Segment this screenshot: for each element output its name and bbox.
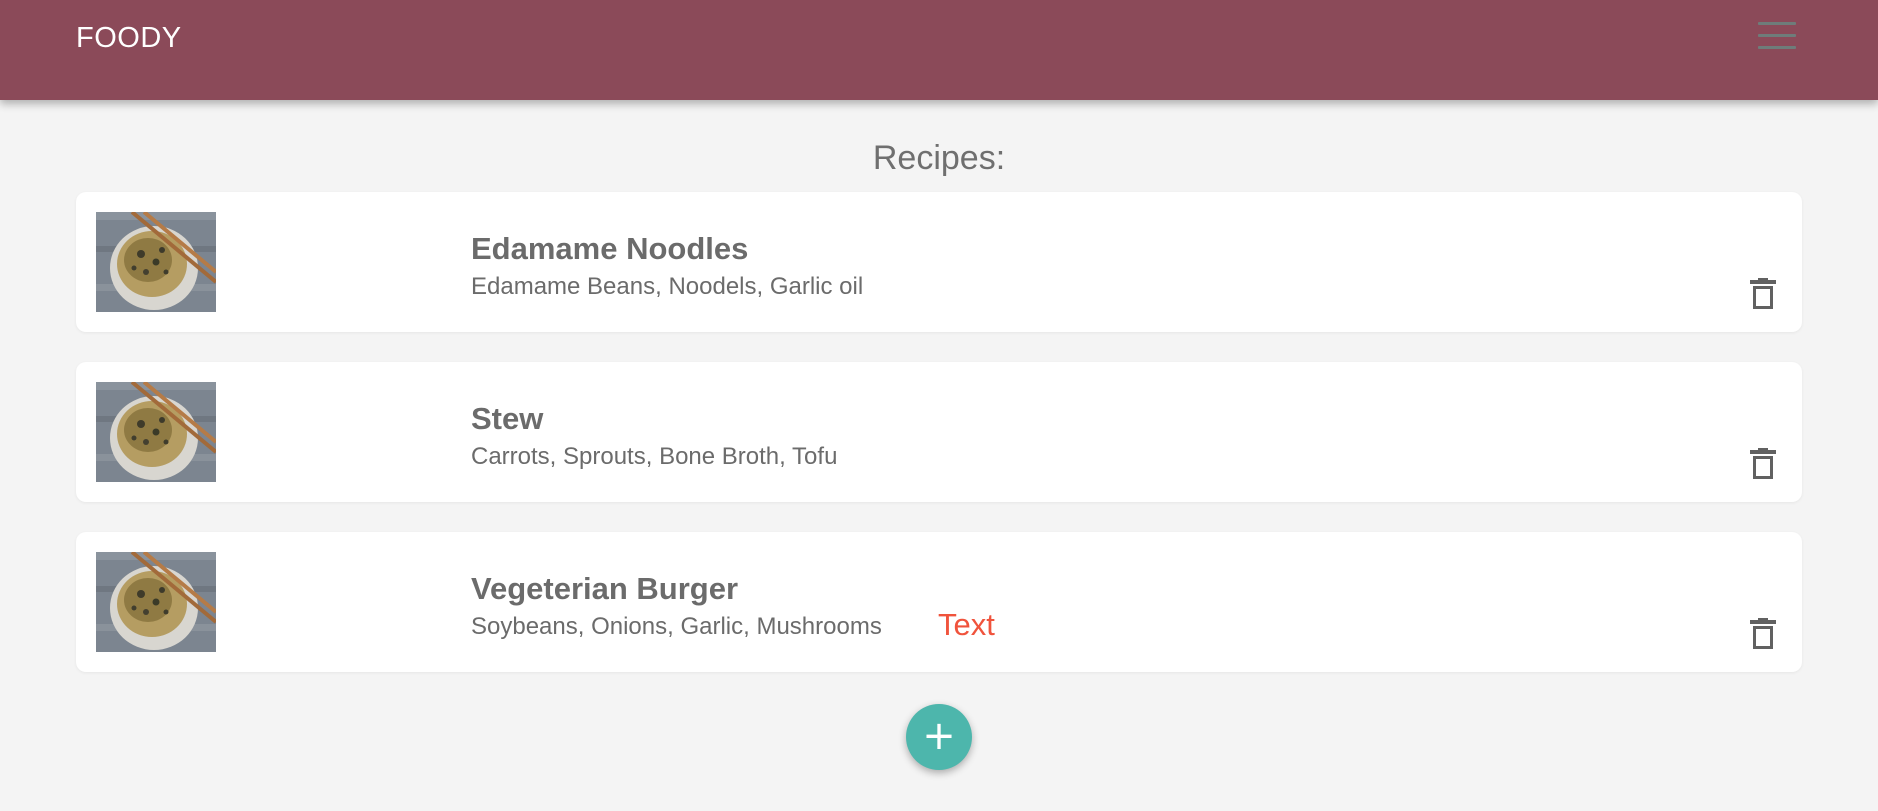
recipe-image (96, 552, 216, 652)
recipe-name: Edamame Noodles (471, 231, 749, 266)
recipe-ingredients: Soybeans, Onions, Garlic, Mushrooms (471, 613, 882, 640)
trash-icon[interactable] (1750, 448, 1776, 480)
recipe-name: Stew (471, 401, 544, 436)
recipe-card[interactable]: Vegeterian Burger Soybeans, Onions, Garl… (76, 532, 1802, 672)
add-recipe-button[interactable]: + (906, 704, 972, 770)
recipe-ingredients: Carrots, Sprouts, Bone Broth, Tofu (471, 443, 838, 470)
trash-icon[interactable] (1750, 278, 1776, 310)
recipe-extra-text: Text (938, 607, 995, 642)
app-brand[interactable]: FOODY (76, 20, 182, 56)
trash-icon[interactable] (1750, 618, 1776, 650)
recipe-name: Vegeterian Burger (471, 571, 739, 606)
recipe-image (96, 382, 216, 482)
recipe-ingredients: Edamame Beans, Noodels, Garlic oil (471, 273, 864, 300)
plus-icon: + (922, 713, 956, 759)
recipe-card[interactable]: Stew Carrots, Sprouts, Bone Broth, Tofu (76, 362, 1802, 502)
recipe-card[interactable]: Edamame Noodles Edamame Beans, Noodels, … (76, 192, 1802, 332)
hamburger-menu-icon[interactable] (1758, 22, 1798, 50)
top-navbar: FOODY (0, 0, 1878, 100)
page-title: Recipes: (872, 139, 1006, 177)
recipe-image (96, 212, 216, 312)
